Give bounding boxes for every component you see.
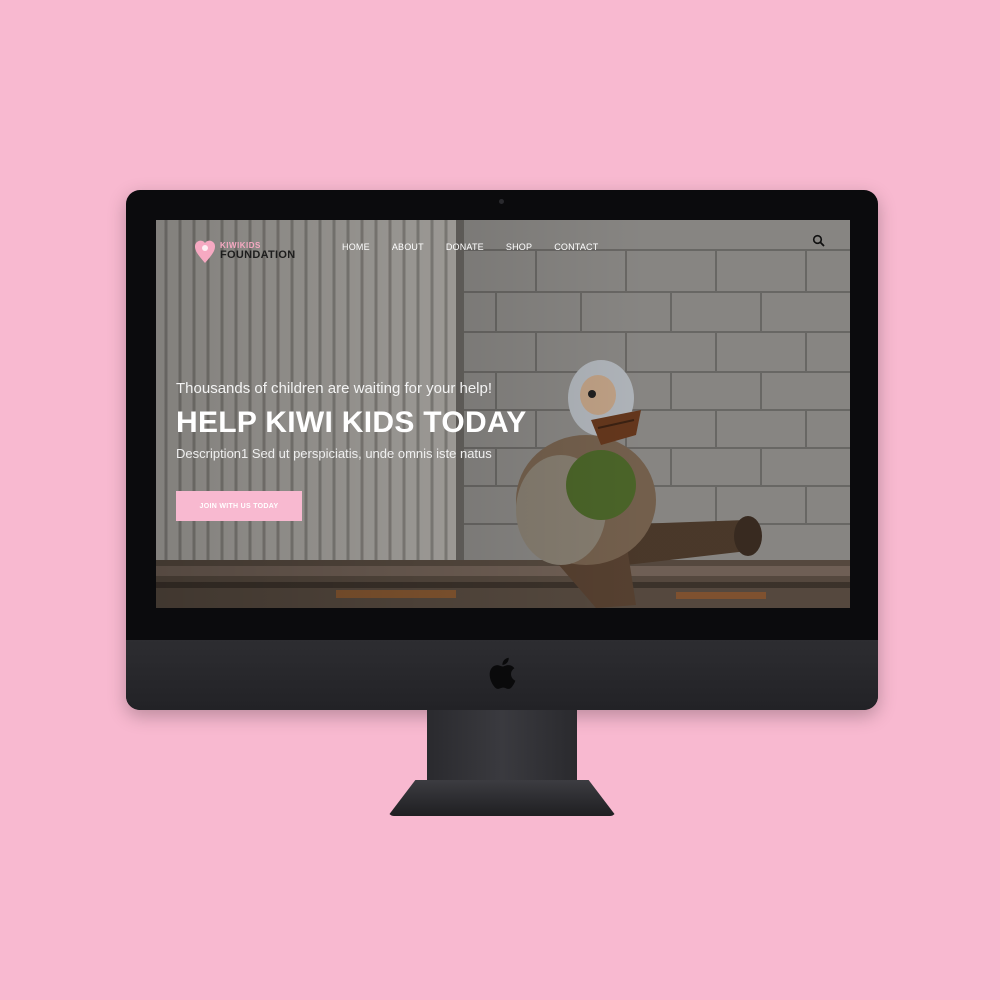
nav-item-donate[interactable]: DONATE bbox=[446, 242, 484, 252]
search-icon[interactable] bbox=[812, 234, 826, 248]
nav-item-contact[interactable]: CONTACT bbox=[554, 242, 598, 252]
apple-logo-icon bbox=[489, 657, 516, 689]
logo-text-bottom: FOUNDATION bbox=[220, 248, 296, 261]
hero-title: HELP KIWI KIDS TODAY bbox=[176, 406, 527, 439]
hero-description: Description1 Sed ut perspiciatis, unde o… bbox=[176, 446, 492, 461]
monitor-chin bbox=[126, 640, 878, 710]
monitor-stand-foot bbox=[388, 780, 616, 816]
heart-location-pin-icon bbox=[194, 240, 216, 263]
nav-item-home[interactable]: HOME bbox=[342, 242, 370, 252]
site-logo[interactable]: KIWIKIDS FOUNDATION bbox=[194, 236, 296, 266]
nav-item-shop[interactable]: SHOP bbox=[506, 242, 532, 252]
monitor-stand-neck bbox=[427, 710, 577, 790]
nav-item-about[interactable]: ABOUT bbox=[392, 242, 424, 252]
join-with-us-button[interactable]: JOIN WITH US TODAY bbox=[176, 491, 302, 521]
main-nav: HOME ABOUT DONATE SHOP CONTACT bbox=[342, 242, 598, 252]
hero-subtitle: Thousands of children are waiting for yo… bbox=[176, 380, 493, 397]
website-screen: KIWIKIDS FOUNDATION HOME ABOUT DONATE SH… bbox=[156, 220, 850, 608]
camera-icon bbox=[499, 199, 504, 204]
